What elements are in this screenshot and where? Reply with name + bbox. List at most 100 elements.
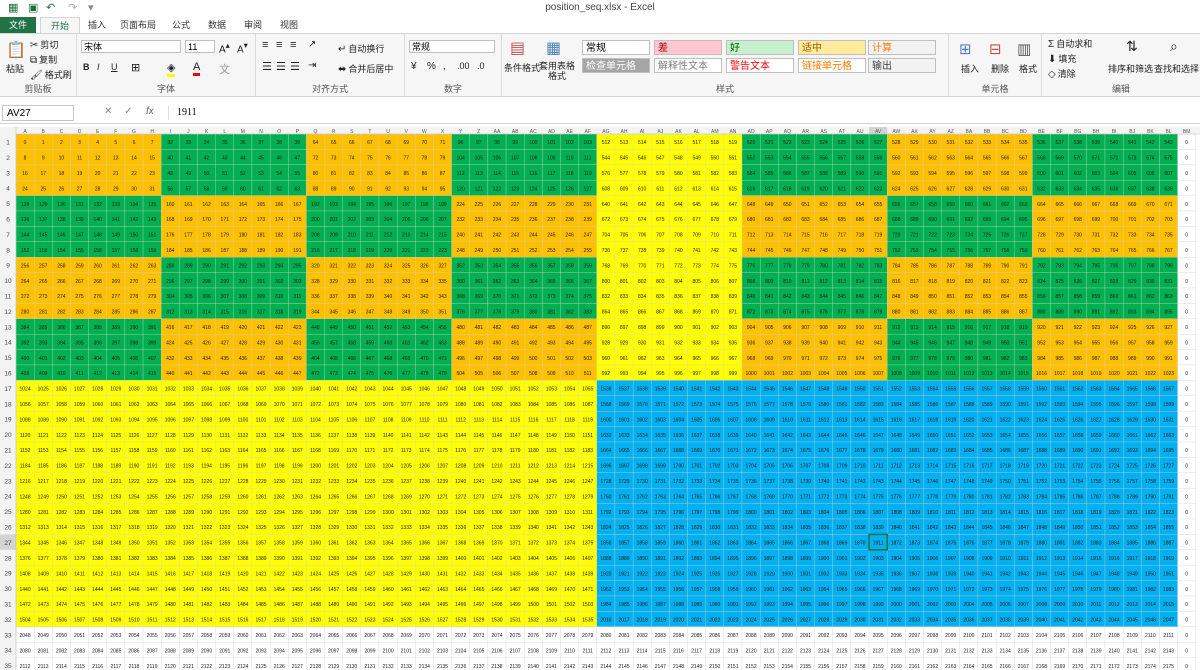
sort-filter-icon[interactable]: ⇅ [1126,38,1138,55]
format-painter-button[interactable]: 🖌 格式刷 [30,68,72,81]
row-header-17[interactable]: 17 [4,386,12,393]
cut-button[interactable]: ✂ 剪切 [30,38,58,51]
insert-cells-button[interactable]: 插入 [961,62,979,75]
row-header-2[interactable]: 2 [6,155,10,162]
font-size-combo[interactable]: 11 [185,40,215,53]
row-header-20[interactable]: 20 [4,432,12,439]
align-left-icon[interactable]: ☰ [262,60,272,73]
find-select-button[interactable]: 查找和选择 [1154,62,1199,75]
font-color-icon[interactable]: A [193,61,201,76]
cell-style-2[interactable]: 好 [726,40,794,55]
format-as-table-icon[interactable]: ▦ [546,38,561,58]
merge-center-button[interactable]: ⬌ 合并后居中 [338,62,393,75]
cell-style-9[interactable]: 输出 [868,58,936,73]
italic-button[interactable]: I [97,62,100,72]
number-format-combo[interactable]: 常规 [409,40,495,53]
row-header-11[interactable]: 11 [5,293,12,300]
align-middle-icon[interactable]: ≡ [276,39,282,51]
tab-insert[interactable]: 插入 [82,17,112,33]
row-header-27[interactable]: 27 [4,540,12,547]
cell-style-3[interactable]: 适中 [798,40,866,55]
tab-file[interactable]: 文件 [0,17,36,33]
row-header-18[interactable]: 18 [4,401,12,408]
tab-formulas[interactable]: 公式 [166,17,196,33]
insert-function-icon[interactable]: fx [146,106,154,117]
row-header-8[interactable]: 8 [6,247,10,254]
paste-button[interactable]: 粘贴 [6,62,24,75]
tab-review[interactable]: 审阅 [238,17,268,33]
clear-button[interactable]: ◇ 清除 [1048,67,1076,80]
row-header-16[interactable]: 16 [4,370,12,377]
row-header-30[interactable]: 30 [4,586,12,593]
row-header-4[interactable]: 4 [6,186,10,193]
align-right-icon[interactable]: ☰ [290,60,300,73]
percent-icon[interactable]: % [427,61,436,72]
row-header-26[interactable]: 26 [4,524,12,531]
currency-icon[interactable]: ¥ [411,61,417,72]
row-header-7[interactable]: 7 [6,232,10,239]
row-header-19[interactable]: 19 [4,417,12,424]
row-header-6[interactable]: 6 [6,216,10,223]
find-select-icon[interactable]: ⌕ [1170,38,1178,55]
row-header-23[interactable]: 23 [4,478,12,485]
paste-icon[interactable]: 📋 [6,40,26,60]
border-icon[interactable]: ⊞ [131,61,140,74]
sort-filter-button[interactable]: 排序和筛选 [1108,62,1153,75]
worksheet-grid[interactable]: A B C D E F G H I J K L M N O P Q R S T U V W X Y Z AA AB AC AD AE AF AG… [0,127,1200,670]
fill-color-icon[interactable]: ◈ [167,61,176,77]
row-header-13[interactable]: 13 [4,324,12,331]
delete-cells-button[interactable]: 删除 [991,62,1009,75]
row-header-10[interactable]: 10 [4,278,12,285]
format-cells-icon[interactable]: ▥ [1017,40,1031,58]
name-box[interactable]: AV27 [2,105,74,121]
delete-cells-icon[interactable]: ⊟ [989,40,1002,58]
cell-style-5[interactable]: 检查单元格 [582,58,650,73]
cell-style-4[interactable]: 计算 [868,40,936,55]
wrap-text-button[interactable]: ↵ 自动换行 [338,42,384,55]
fill-button[interactable]: ⬇ 填充 [1048,52,1076,65]
font-name-combo[interactable]: 宋体 [81,40,181,53]
row-header-22[interactable]: 22 [4,463,12,470]
worksheet-canvas[interactable]: A B C D E F G H I J K L M N O P Q R S T U V W X Y Z AA AB AC AD AE AF AG… [0,127,1200,670]
align-top-icon[interactable]: ≡ [262,39,268,51]
cell-style-7[interactable]: 警告文本 [726,58,794,73]
tab-home[interactable]: 开始 [40,17,80,33]
bold-button[interactable]: B [83,62,90,72]
row-header-31[interactable]: 31 [4,601,12,608]
tab-view[interactable]: 视图 [274,17,304,33]
row-header-14[interactable]: 14 [4,340,12,347]
conditional-format-icon[interactable]: ▤ [510,38,525,58]
underline-button[interactable]: U [111,62,118,72]
cancel-icon[interactable]: ✕ [104,106,112,117]
formula-input[interactable]: 1911 [168,106,1197,120]
row-header-1[interactable]: 1 [6,139,10,146]
align-center-icon[interactable]: ☰ [276,60,286,73]
increase-decimal-icon[interactable]: .00 [457,61,470,71]
row-header-9[interactable]: 9 [6,263,10,270]
tab-page-layout[interactable]: 页面布局 [116,17,160,33]
insert-cells-icon[interactable]: ⊞ [959,40,972,58]
grow-font-icon[interactable]: A▴ [219,40,230,55]
autosum-button[interactable]: Σ 自动求和 [1048,37,1092,50]
row-header-12[interactable]: 12 [4,309,12,316]
orientation-icon[interactable]: ↗ [308,39,316,50]
indent-icon[interactable]: ⇥ [308,60,316,71]
row-header-29[interactable]: 29 [4,571,12,578]
enter-icon[interactable]: ✓ [124,106,132,117]
cell-style-0[interactable]: 常规 [582,40,650,55]
row-header-15[interactable]: 15 [4,355,12,362]
conditional-format-button[interactable]: 条件格式 [504,61,540,74]
tab-data[interactable]: 数据 [202,17,232,33]
row-header-21[interactable]: 21 [4,447,12,454]
row-header-34[interactable]: 34 [4,648,12,655]
cell-style-6[interactable]: 解释性文本 [654,58,722,73]
comma-icon[interactable]: , [443,61,446,72]
row-header-25[interactable]: 25 [4,509,12,516]
row-header-33[interactable]: 33 [4,632,12,639]
shrink-font-icon[interactable]: A▾ [237,40,248,55]
phonetic-icon[interactable]: 文 [219,61,230,77]
decrease-decimal-icon[interactable]: .0 [477,61,485,71]
align-bottom-icon[interactable]: ≡ [290,39,296,51]
row-header-28[interactable]: 28 [4,555,12,562]
row-header-32[interactable]: 32 [4,617,12,624]
